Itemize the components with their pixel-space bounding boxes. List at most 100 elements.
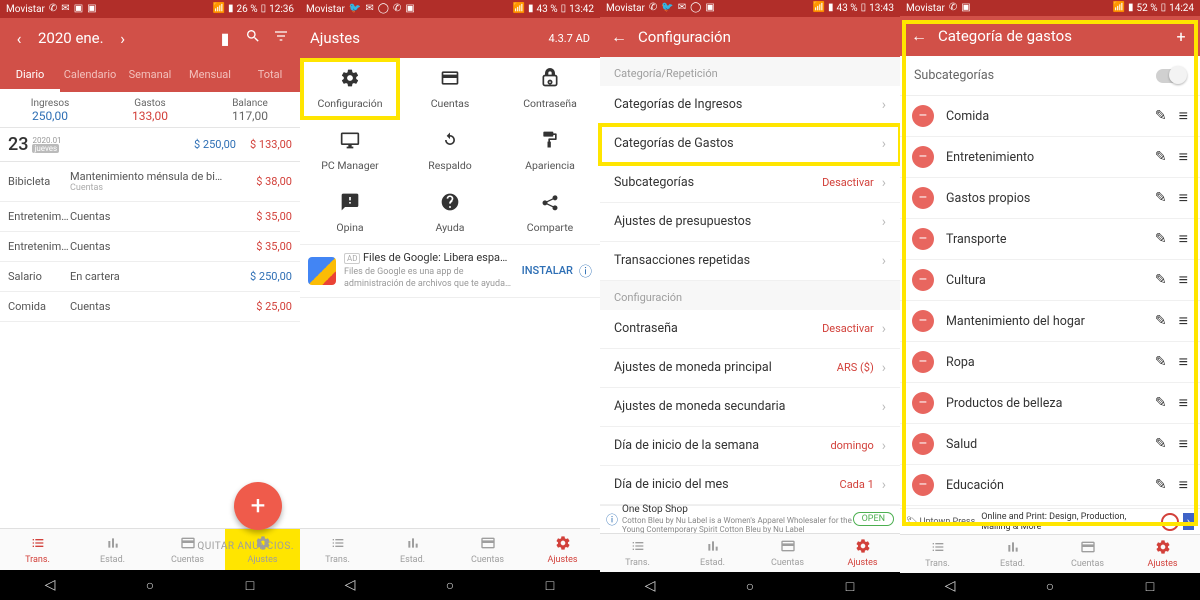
config-row[interactable]: Ajustes de moneda secundaria› xyxy=(600,388,900,427)
bottom-tab-trans[interactable]: Trans. xyxy=(300,529,375,570)
delete-icon[interactable]: – xyxy=(912,474,934,496)
drag-handle-icon[interactable]: ≡ xyxy=(1179,393,1188,413)
settings-respaldo[interactable]: Respaldo xyxy=(400,120,500,182)
bottom-tab-ajustes[interactable]: Ajustes xyxy=(825,534,900,572)
drag-handle-icon[interactable]: ≡ xyxy=(1179,434,1188,454)
bottom-tab-cuentas[interactable]: Cuentas xyxy=(750,534,825,572)
delete-icon[interactable]: – xyxy=(912,146,934,168)
edit-icon[interactable]: ✎ xyxy=(1155,477,1167,493)
category-row[interactable]: – Entretenimiento ✎ ≡ xyxy=(900,137,1200,178)
category-row[interactable]: – Educación ✎ ≡ xyxy=(900,465,1200,506)
ad-banner[interactable]: 🏷 Uptown Press Online and Print: Design,… xyxy=(900,508,1200,534)
settings-ayuda[interactable]: Ayuda xyxy=(400,182,500,244)
edit-icon[interactable]: ✎ xyxy=(1155,313,1167,329)
search-icon[interactable] xyxy=(244,28,262,48)
transaction-row[interactable]: Salario En cartera $ 250,00 xyxy=(0,262,300,292)
ad-banner[interactable]: ⓘ One Stop Shop Cotton Bleu by Nu Label … xyxy=(600,505,900,533)
config-row[interactable]: Día de inicio de la semanadomingo› xyxy=(600,427,900,466)
nav-home-icon[interactable]: ○ xyxy=(438,577,462,594)
nav-recent-icon[interactable]: □ xyxy=(538,577,562,594)
nav-home-icon[interactable]: ○ xyxy=(738,578,762,595)
config-row[interactable]: Categorías de Gastos› xyxy=(600,125,900,164)
delete-icon[interactable]: – xyxy=(912,105,934,127)
tab-mensual[interactable]: Mensual xyxy=(180,68,240,92)
edit-icon[interactable]: ✎ xyxy=(1155,272,1167,288)
delete-icon[interactable]: – xyxy=(912,433,934,455)
transaction-row[interactable]: Entretenimi… Cuentas $ 35,00 xyxy=(0,232,300,262)
tab-total[interactable]: Total xyxy=(240,68,300,92)
nav-home-icon[interactable]: ○ xyxy=(1038,578,1062,595)
nav-recent-icon[interactable]: □ xyxy=(238,577,262,594)
bottom-tab-trans[interactable]: Trans. xyxy=(900,535,975,572)
delete-icon[interactable]: – xyxy=(912,392,934,414)
nav-back-icon[interactable]: ◁ xyxy=(638,578,662,594)
settings-opina[interactable]: Opina xyxy=(300,182,400,244)
drag-handle-icon[interactable]: ≡ xyxy=(1179,106,1188,126)
nav-recent-icon[interactable]: □ xyxy=(1138,578,1162,595)
bottom-tab-ajustes[interactable]: Ajustes xyxy=(525,529,600,570)
edit-icon[interactable]: ✎ xyxy=(1155,436,1167,452)
edit-icon[interactable]: ✎ xyxy=(1155,395,1167,411)
drag-handle-icon[interactable]: ≡ xyxy=(1179,352,1188,372)
drag-handle-icon[interactable]: ≡ xyxy=(1179,311,1188,331)
ad-install-button[interactable]: INSTALAR xyxy=(522,264,573,277)
drag-handle-icon[interactable]: ≡ xyxy=(1179,475,1188,495)
delete-icon[interactable]: – xyxy=(912,351,934,373)
settings-apariencia[interactable]: Apariencia xyxy=(500,120,600,182)
delete-icon[interactable]: – xyxy=(912,269,934,291)
config-row[interactable]: SubcategoríasDesactivar› xyxy=(600,164,900,203)
drag-handle-icon[interactable]: ≡ xyxy=(1179,188,1188,208)
bottom-tab-trans[interactable]: Trans. xyxy=(600,534,675,572)
tab-calendario[interactable]: Calendario xyxy=(60,68,120,92)
settings-configuracion[interactable]: Configuración xyxy=(300,58,400,120)
transaction-row[interactable]: Entretenimi… Cuentas $ 35,00 xyxy=(0,202,300,232)
bottom-tab-estad[interactable]: Estad. xyxy=(375,529,450,570)
nav-home-icon[interactable]: ○ xyxy=(138,577,162,594)
delete-icon[interactable]: – xyxy=(912,310,934,332)
category-row[interactable]: – Gastos propios ✎ ≡ xyxy=(900,178,1200,219)
bottom-tab-estad[interactable]: Estad. xyxy=(675,534,750,572)
drag-handle-icon[interactable]: ≡ xyxy=(1179,270,1188,290)
bottom-tab-ajustes[interactable]: Ajustes xyxy=(1125,535,1200,572)
drag-handle-icon[interactable]: ≡ xyxy=(1179,147,1188,167)
category-row[interactable]: – Productos de belleza ✎ ≡ xyxy=(900,383,1200,424)
ad-next-icon[interactable]: › xyxy=(1183,513,1194,530)
day-header[interactable]: 23 2020.01 jueves $ 250,00 $ 133,00 xyxy=(0,128,300,162)
config-row[interactable]: ContraseñaDesactivar› xyxy=(600,310,900,349)
add-category-icon[interactable]: + xyxy=(1172,27,1190,46)
category-row[interactable]: – Transporte ✎ ≡ xyxy=(900,219,1200,260)
nav-recent-icon[interactable]: □ xyxy=(838,578,862,595)
ad-banner[interactable]: AD Files de Google: Libera espa… Files d… xyxy=(300,244,600,298)
ad-info-icon[interactable]: ⓘ xyxy=(579,261,592,280)
subcategorias-toggle[interactable] xyxy=(1156,69,1186,83)
transaction-row[interactable]: Comida Cuentas $ 25,00 xyxy=(0,292,300,322)
next-month-icon[interactable]: › xyxy=(114,29,132,48)
settings-contrasena[interactable]: Contraseña xyxy=(500,58,600,120)
add-transaction-button[interactable]: + xyxy=(234,482,282,530)
delete-icon[interactable]: – xyxy=(912,187,934,209)
edit-icon[interactable]: ✎ xyxy=(1155,149,1167,165)
prev-month-icon[interactable]: ‹ xyxy=(10,29,28,48)
bottom-tab-estad[interactable]: Estad. xyxy=(75,529,150,570)
subcategorias-toggle-row[interactable]: Subcategorías xyxy=(900,56,1200,96)
back-icon[interactable]: ← xyxy=(910,26,928,46)
bottom-tab-trans[interactable]: Trans. xyxy=(0,529,75,570)
filter-icon[interactable] xyxy=(272,28,290,48)
edit-icon[interactable]: ✎ xyxy=(1155,108,1167,124)
config-row[interactable]: Ajustes de moneda principalARS ($)› xyxy=(600,349,900,388)
bookmark-icon[interactable]: ▮ xyxy=(216,29,234,48)
tab-diario[interactable]: Diario xyxy=(0,68,60,92)
config-row[interactable]: Ajustes de presupuestos› xyxy=(600,203,900,242)
bottom-tab-cuentas[interactable]: Cuentas xyxy=(450,529,525,570)
settings-cuentas[interactable]: Cuentas xyxy=(400,58,500,120)
category-row[interactable]: – Ropa ✎ ≡ xyxy=(900,342,1200,383)
config-row[interactable]: Día de inicio del mesCada 1› xyxy=(600,466,900,505)
category-row[interactable]: – Salud ✎ ≡ xyxy=(900,424,1200,465)
bottom-tab-cuentas[interactable]: Cuentas xyxy=(1050,535,1125,572)
config-row[interactable]: Categorías de Ingresos› xyxy=(600,86,900,125)
nav-back-icon[interactable]: ◁ xyxy=(38,577,62,593)
bottom-tab-estad[interactable]: Estad. xyxy=(975,535,1050,572)
nav-back-icon[interactable]: ◁ xyxy=(938,578,962,594)
transaction-row[interactable]: Bibicleta Mantenimiento ménsula de bi…Cu… xyxy=(0,162,300,202)
settings-pcmanager[interactable]: PC Manager xyxy=(300,120,400,182)
